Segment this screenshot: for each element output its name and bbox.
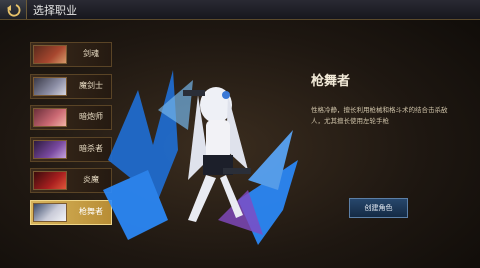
portrait-demon-swordsman — [33, 76, 67, 96]
top-bar: 选择职业 — [0, 0, 480, 20]
portrait-dark-gunner — [33, 108, 67, 127]
portrait-assassin — [33, 139, 67, 159]
create-character-button[interactable]: 创建角色 — [349, 198, 408, 218]
portrait-gun-dancer — [33, 202, 67, 222]
back-arrow-icon — [7, 3, 21, 17]
selected-class-name: 枪舞者 — [311, 74, 351, 89]
back-button[interactable] — [0, 0, 27, 19]
character-artwork — [103, 70, 298, 245]
class-description: 性格冷静，擅长利用枪械和格斗术的结合击杀敌人，尤其擅长使用左轮手枪 — [311, 106, 448, 125]
page-title: 选择职业 — [33, 4, 77, 17]
portrait-flame-demon — [33, 171, 67, 190]
portrait-sword-soul — [33, 45, 67, 64]
